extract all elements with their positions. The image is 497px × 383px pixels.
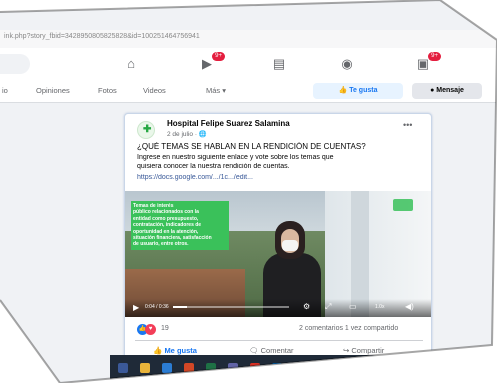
post-author[interactable]: Hospital Felipe Suarez Salamina [167, 119, 290, 128]
video-presenter-mask [282, 240, 298, 251]
page-like-label: Te gusta [349, 87, 378, 94]
like-action-button[interactable]: 👍 Me gusta [153, 346, 197, 355]
tab-mas[interactable]: Más ▾ [206, 86, 226, 95]
volume-icon[interactable]: ◀) [405, 302, 414, 311]
taskbar-mail-icon[interactable] [338, 363, 348, 373]
taskbar-word-icon[interactable] [162, 363, 172, 373]
post-date-text: 2 de julio · [167, 131, 199, 138]
actions-divider [135, 340, 423, 341]
gaming-icon[interactable]: ▣ 9+ [414, 52, 441, 72]
taskbar-edge-icon[interactable] [272, 363, 282, 373]
pip-icon[interactable]: ▭ [349, 302, 357, 311]
taskbar-office-icon[interactable] [294, 363, 304, 373]
marketplace-icon[interactable]: ▤ [270, 56, 288, 72]
taskbar-store-icon[interactable] [316, 363, 326, 373]
thumbs-up-icon: 👍 [338, 87, 350, 94]
globe-icon: 🌐 [198, 131, 207, 138]
fullscreen-icon[interactable]: ⤢ [325, 302, 331, 312]
reaction-count[interactable]: 19 [161, 325, 169, 332]
page-tabs: io Opiniones Fotos Videos Más ▾ 👍 Te gus… [0, 80, 497, 103]
screenshot-frame: ink.php?story_fbid=3428950805825828&id=1… [0, 0, 497, 383]
facebook-top-nav: ⌂ ▶ 9+ ▤ ◉ ▣ 9+ [0, 48, 497, 81]
taskbar-app-icon[interactable] [118, 363, 128, 373]
taskbar-folder-icon[interactable] [140, 363, 150, 373]
watch-badge: 9+ [212, 52, 225, 61]
comment-action-label: Comentar [260, 346, 294, 355]
video-time: 0:04 / 0:36 [145, 304, 169, 310]
gaming-badge: 9+ [428, 52, 441, 61]
post-body-line-2: quisiera conocer la nuestra rendición de… [137, 163, 290, 170]
medical-cross-icon: ✚ [143, 124, 152, 135]
taskbar-powerpoint-icon[interactable] [184, 363, 194, 373]
video-progress-bar[interactable] [173, 306, 289, 308]
settings-gear-icon[interactable]: ⚙ [303, 302, 310, 311]
tab-fotos[interactable]: Fotos [98, 86, 117, 95]
post-card: ✚ Hospital Felipe Suarez Salamina 2 de j… [124, 113, 432, 365]
watch-icon[interactable]: ▶ 9+ [198, 52, 225, 72]
tab-opiniones[interactable]: Opiniones [36, 86, 70, 95]
post-body-line-1: Ingrese en nuestro siguiente enlace y vo… [137, 154, 334, 161]
playback-speed[interactable]: 1.0x [375, 304, 384, 310]
overlay-line: de usuario, entre otros. [133, 241, 189, 248]
play-icon[interactable]: ▶ [133, 303, 139, 312]
message-label: Mensaje [436, 87, 464, 94]
thumbs-up-icon: 👍 [153, 346, 165, 355]
post-video[interactable]: Temas de interés público relacionados co… [125, 191, 431, 317]
video-caption-overlay: Temas de interés público relacionados co… [131, 201, 229, 250]
os-taskbar [110, 355, 497, 383]
taskbar-excel-icon[interactable] [206, 363, 216, 373]
groups-icon[interactable]: ◉ [338, 56, 356, 72]
post-heading: ¿QUÉ TEMAS SE HABLAN EN LA RENDICIÓN DE … [137, 142, 366, 151]
comment-action-button[interactable]: 🗨 Comentar [249, 346, 294, 355]
tab-videos[interactable]: Videos [143, 86, 166, 95]
page-avatar[interactable]: ✚ [137, 121, 155, 139]
share-action-label: Compartir [351, 346, 385, 355]
comment-bubble-icon: 🗨 [249, 346, 261, 355]
home-icon[interactable]: ⌂ [122, 56, 140, 72]
taskbar-teams-icon[interactable] [228, 363, 238, 373]
message-button[interactable]: ● Mensaje [412, 83, 482, 99]
love-reaction-icon[interactable]: ♥ [145, 324, 156, 335]
taskbar-notes-icon[interactable] [360, 363, 370, 373]
post-options-icon[interactable]: ••• [403, 120, 412, 130]
video-progress-fill [173, 306, 187, 308]
video-controls: ▶ 0:04 / 0:36 ⚙ ⤢ ▭ 1.0x ◀) [125, 299, 431, 317]
address-bar-url[interactable]: ink.php?story_fbid=3428950805825828&id=1… [4, 33, 200, 40]
share-action-button[interactable]: ↪ Compartir [343, 346, 384, 355]
video-logo-badge [393, 199, 413, 211]
post-date[interactable]: 2 de julio · 🌐 [167, 130, 207, 138]
post-link[interactable]: https://docs.google.com/.../1c.../edit..… [137, 174, 429, 181]
search-field[interactable] [0, 54, 30, 74]
tab-info[interactable]: io [2, 86, 8, 95]
browser-screen: ink.php?story_fbid=3428950805825828&id=1… [0, 0, 497, 383]
page-like-button[interactable]: 👍 Te gusta [313, 83, 403, 99]
address-bar[interactable]: ink.php?story_fbid=3428950805825828&id=1… [0, 30, 497, 49]
comment-share-stats[interactable]: 2 comentarios 1 vez compartido [299, 325, 398, 332]
like-action-label: Me gusta [164, 346, 197, 355]
taskbar-chrome-icon[interactable] [250, 363, 260, 373]
reactions-row: 👍 ♥ 19 2 comentarios 1 vez compartido [137, 324, 427, 338]
